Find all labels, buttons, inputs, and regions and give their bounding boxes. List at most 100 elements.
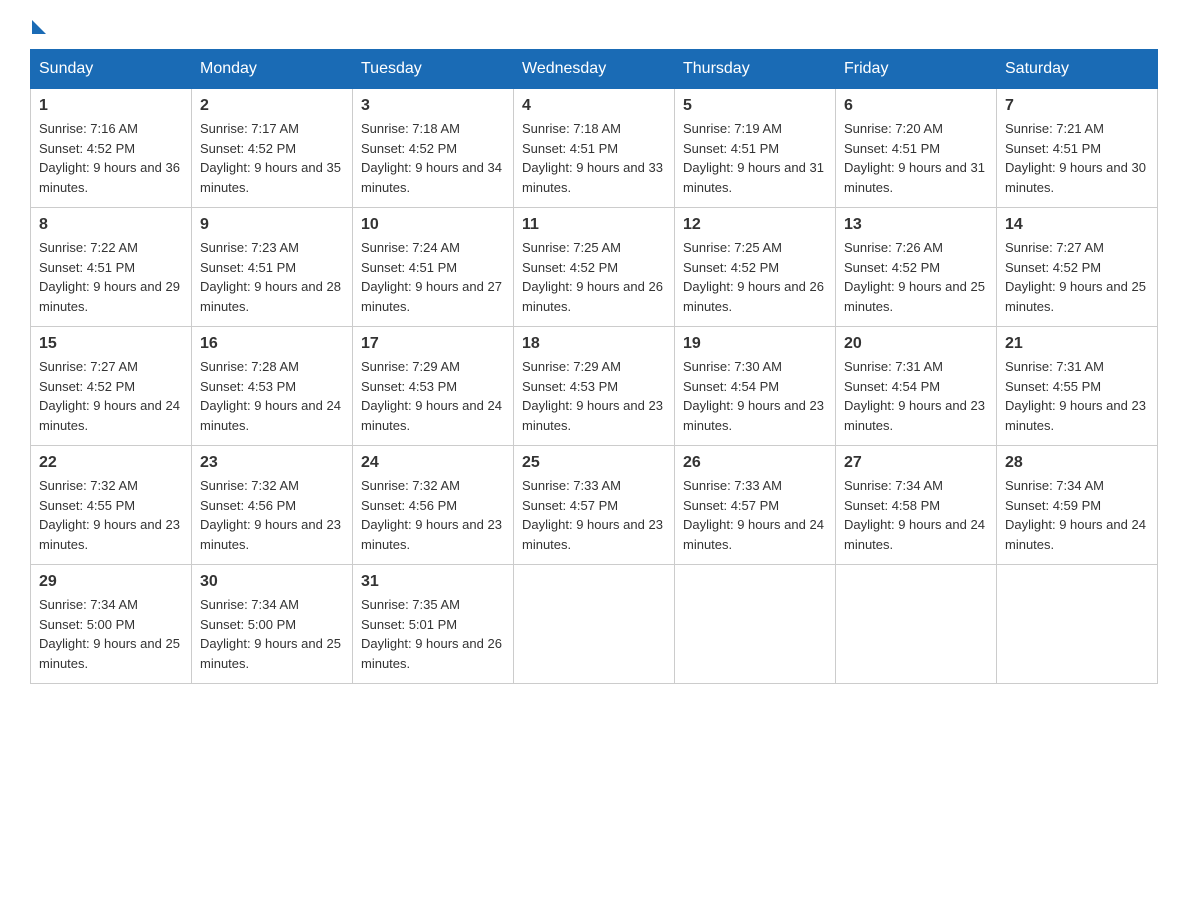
- day-info: Sunrise: 7:29 AM Sunset: 4:53 PM Dayligh…: [522, 357, 666, 435]
- day-info: Sunrise: 7:18 AM Sunset: 4:52 PM Dayligh…: [361, 119, 505, 197]
- day-number: 16: [200, 335, 344, 353]
- calendar-cell: 10 Sunrise: 7:24 AM Sunset: 4:51 PM Dayl…: [353, 208, 514, 327]
- logo: [30, 20, 48, 29]
- calendar-cell: 2 Sunrise: 7:17 AM Sunset: 4:52 PM Dayli…: [192, 89, 353, 208]
- calendar-cell: 9 Sunrise: 7:23 AM Sunset: 4:51 PM Dayli…: [192, 208, 353, 327]
- calendar-week-4: 22 Sunrise: 7:32 AM Sunset: 4:55 PM Dayl…: [31, 446, 1158, 565]
- day-info: Sunrise: 7:27 AM Sunset: 4:52 PM Dayligh…: [1005, 238, 1149, 316]
- calendar-cell: 6 Sunrise: 7:20 AM Sunset: 4:51 PM Dayli…: [836, 89, 997, 208]
- calendar-cell: 30 Sunrise: 7:34 AM Sunset: 5:00 PM Dayl…: [192, 565, 353, 684]
- calendar-cell: [997, 565, 1158, 684]
- day-info: Sunrise: 7:33 AM Sunset: 4:57 PM Dayligh…: [522, 476, 666, 554]
- day-info: Sunrise: 7:27 AM Sunset: 4:52 PM Dayligh…: [39, 357, 183, 435]
- day-info: Sunrise: 7:31 AM Sunset: 4:55 PM Dayligh…: [1005, 357, 1149, 435]
- day-number: 21: [1005, 335, 1149, 353]
- day-info: Sunrise: 7:33 AM Sunset: 4:57 PM Dayligh…: [683, 476, 827, 554]
- calendar-cell: 1 Sunrise: 7:16 AM Sunset: 4:52 PM Dayli…: [31, 89, 192, 208]
- calendar-cell: 22 Sunrise: 7:32 AM Sunset: 4:55 PM Dayl…: [31, 446, 192, 565]
- calendar-cell: 3 Sunrise: 7:18 AM Sunset: 4:52 PM Dayli…: [353, 89, 514, 208]
- calendar-cell: 25 Sunrise: 7:33 AM Sunset: 4:57 PM Dayl…: [514, 446, 675, 565]
- day-number: 7: [1005, 97, 1149, 115]
- calendar-header-row: SundayMondayTuesdayWednesdayThursdayFrid…: [31, 50, 1158, 89]
- day-number: 12: [683, 216, 827, 234]
- day-number: 6: [844, 97, 988, 115]
- day-number: 29: [39, 573, 183, 591]
- day-info: Sunrise: 7:34 AM Sunset: 4:58 PM Dayligh…: [844, 476, 988, 554]
- calendar-cell: 21 Sunrise: 7:31 AM Sunset: 4:55 PM Dayl…: [997, 327, 1158, 446]
- day-info: Sunrise: 7:28 AM Sunset: 4:53 PM Dayligh…: [200, 357, 344, 435]
- day-info: Sunrise: 7:25 AM Sunset: 4:52 PM Dayligh…: [522, 238, 666, 316]
- calendar-cell: 16 Sunrise: 7:28 AM Sunset: 4:53 PM Dayl…: [192, 327, 353, 446]
- day-info: Sunrise: 7:30 AM Sunset: 4:54 PM Dayligh…: [683, 357, 827, 435]
- day-info: Sunrise: 7:23 AM Sunset: 4:51 PM Dayligh…: [200, 238, 344, 316]
- day-number: 25: [522, 454, 666, 472]
- calendar-week-1: 1 Sunrise: 7:16 AM Sunset: 4:52 PM Dayli…: [31, 89, 1158, 208]
- day-info: Sunrise: 7:19 AM Sunset: 4:51 PM Dayligh…: [683, 119, 827, 197]
- page-header: [30, 20, 1158, 29]
- calendar-cell: 27 Sunrise: 7:34 AM Sunset: 4:58 PM Dayl…: [836, 446, 997, 565]
- calendar-cell: 14 Sunrise: 7:27 AM Sunset: 4:52 PM Dayl…: [997, 208, 1158, 327]
- calendar-week-2: 8 Sunrise: 7:22 AM Sunset: 4:51 PM Dayli…: [31, 208, 1158, 327]
- day-info: Sunrise: 7:16 AM Sunset: 4:52 PM Dayligh…: [39, 119, 183, 197]
- calendar-cell: 28 Sunrise: 7:34 AM Sunset: 4:59 PM Dayl…: [997, 446, 1158, 565]
- day-info: Sunrise: 7:32 AM Sunset: 4:56 PM Dayligh…: [361, 476, 505, 554]
- calendar-cell: 20 Sunrise: 7:31 AM Sunset: 4:54 PM Dayl…: [836, 327, 997, 446]
- calendar-week-3: 15 Sunrise: 7:27 AM Sunset: 4:52 PM Dayl…: [31, 327, 1158, 446]
- day-number: 10: [361, 216, 505, 234]
- day-number: 23: [200, 454, 344, 472]
- col-header-monday: Monday: [192, 50, 353, 89]
- day-info: Sunrise: 7:20 AM Sunset: 4:51 PM Dayligh…: [844, 119, 988, 197]
- col-header-tuesday: Tuesday: [353, 50, 514, 89]
- day-info: Sunrise: 7:34 AM Sunset: 5:00 PM Dayligh…: [200, 595, 344, 673]
- day-info: Sunrise: 7:34 AM Sunset: 5:00 PM Dayligh…: [39, 595, 183, 673]
- day-number: 13: [844, 216, 988, 234]
- logo-arrow-icon: [32, 20, 46, 34]
- col-header-saturday: Saturday: [997, 50, 1158, 89]
- calendar-cell: 13 Sunrise: 7:26 AM Sunset: 4:52 PM Dayl…: [836, 208, 997, 327]
- calendar-cell: 12 Sunrise: 7:25 AM Sunset: 4:52 PM Dayl…: [675, 208, 836, 327]
- day-info: Sunrise: 7:25 AM Sunset: 4:52 PM Dayligh…: [683, 238, 827, 316]
- calendar-cell: 15 Sunrise: 7:27 AM Sunset: 4:52 PM Dayl…: [31, 327, 192, 446]
- calendar-cell: 24 Sunrise: 7:32 AM Sunset: 4:56 PM Dayl…: [353, 446, 514, 565]
- calendar-week-5: 29 Sunrise: 7:34 AM Sunset: 5:00 PM Dayl…: [31, 565, 1158, 684]
- day-info: Sunrise: 7:21 AM Sunset: 4:51 PM Dayligh…: [1005, 119, 1149, 197]
- day-number: 3: [361, 97, 505, 115]
- calendar-cell: 18 Sunrise: 7:29 AM Sunset: 4:53 PM Dayl…: [514, 327, 675, 446]
- col-header-friday: Friday: [836, 50, 997, 89]
- calendar-cell: 23 Sunrise: 7:32 AM Sunset: 4:56 PM Dayl…: [192, 446, 353, 565]
- day-number: 11: [522, 216, 666, 234]
- calendar-cell: 5 Sunrise: 7:19 AM Sunset: 4:51 PM Dayli…: [675, 89, 836, 208]
- day-number: 28: [1005, 454, 1149, 472]
- day-number: 4: [522, 97, 666, 115]
- day-info: Sunrise: 7:22 AM Sunset: 4:51 PM Dayligh…: [39, 238, 183, 316]
- day-number: 26: [683, 454, 827, 472]
- day-number: 18: [522, 335, 666, 353]
- calendar-cell: [836, 565, 997, 684]
- col-header-wednesday: Wednesday: [514, 50, 675, 89]
- day-number: 24: [361, 454, 505, 472]
- day-info: Sunrise: 7:26 AM Sunset: 4:52 PM Dayligh…: [844, 238, 988, 316]
- day-number: 27: [844, 454, 988, 472]
- calendar-cell: [675, 565, 836, 684]
- calendar-cell: 17 Sunrise: 7:29 AM Sunset: 4:53 PM Dayl…: [353, 327, 514, 446]
- calendar-cell: 26 Sunrise: 7:33 AM Sunset: 4:57 PM Dayl…: [675, 446, 836, 565]
- day-number: 19: [683, 335, 827, 353]
- calendar-cell: 31 Sunrise: 7:35 AM Sunset: 5:01 PM Dayl…: [353, 565, 514, 684]
- day-number: 22: [39, 454, 183, 472]
- day-number: 1: [39, 97, 183, 115]
- day-info: Sunrise: 7:29 AM Sunset: 4:53 PM Dayligh…: [361, 357, 505, 435]
- day-info: Sunrise: 7:35 AM Sunset: 5:01 PM Dayligh…: [361, 595, 505, 673]
- calendar-cell: 7 Sunrise: 7:21 AM Sunset: 4:51 PM Dayli…: [997, 89, 1158, 208]
- calendar-cell: [514, 565, 675, 684]
- day-info: Sunrise: 7:18 AM Sunset: 4:51 PM Dayligh…: [522, 119, 666, 197]
- col-header-thursday: Thursday: [675, 50, 836, 89]
- calendar-cell: 8 Sunrise: 7:22 AM Sunset: 4:51 PM Dayli…: [31, 208, 192, 327]
- day-info: Sunrise: 7:32 AM Sunset: 4:56 PM Dayligh…: [200, 476, 344, 554]
- day-number: 31: [361, 573, 505, 591]
- calendar-cell: 19 Sunrise: 7:30 AM Sunset: 4:54 PM Dayl…: [675, 327, 836, 446]
- day-number: 5: [683, 97, 827, 115]
- day-info: Sunrise: 7:34 AM Sunset: 4:59 PM Dayligh…: [1005, 476, 1149, 554]
- day-number: 20: [844, 335, 988, 353]
- day-number: 17: [361, 335, 505, 353]
- day-info: Sunrise: 7:31 AM Sunset: 4:54 PM Dayligh…: [844, 357, 988, 435]
